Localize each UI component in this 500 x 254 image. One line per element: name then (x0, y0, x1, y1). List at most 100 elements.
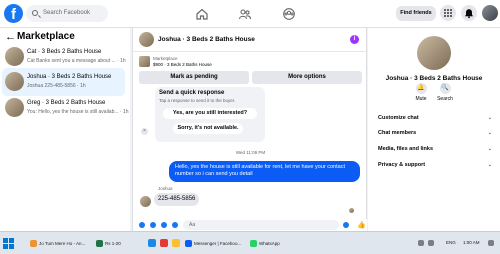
taskbar-item-messenger[interactable]: Messenger | Faceboo... (185, 238, 241, 249)
conversation-name: Cat · 3 Beds 2 Baths House (27, 49, 102, 55)
app-icon (96, 240, 103, 248)
bell-icon: 🔔 (415, 83, 427, 94)
taskbar-label: Jo Tum Mere Ho - An... (39, 241, 86, 246)
contact-name: Joshua · 3 Beds 2 Baths House (385, 75, 483, 82)
search-conversation-button[interactable]: 🔍 Search (434, 83, 456, 102)
listing-thumbnail (5, 47, 24, 66)
incoming-message: 225-485-5856 (154, 193, 200, 206)
conversation-item-cat[interactable]: Cat · 3 Beds 2 Baths House Cat Banks sen… (2, 43, 126, 71)
chat-avatar[interactable] (139, 32, 154, 47)
taskbar-app-icon[interactable] (148, 239, 156, 247)
taskbar-clock[interactable]: 1:00 AM (463, 240, 480, 245)
customize-chat-row[interactable]: Customize chat ⌄ (378, 113, 494, 124)
notifications-button[interactable] (461, 5, 477, 21)
message-input[interactable]: Aa (183, 220, 339, 230)
app-icon (185, 240, 192, 248)
chat-members-row[interactable]: Chat members ⌄ (378, 128, 494, 139)
listing-thumbnail (139, 56, 150, 67)
taskbar-item-music[interactable]: Jo Tum Mere Ho - An... (30, 238, 85, 249)
search-icon (32, 10, 38, 16)
close-quick-response-icon[interactable]: × (141, 128, 148, 135)
seen-indicator-avatar (349, 208, 354, 213)
taskbar-label: Rs 1-20 (105, 241, 121, 246)
quick-reply-not-available[interactable]: Sorry, it's not available. (173, 123, 243, 134)
mute-label: Mute (415, 96, 427, 102)
listing-thumbnail (5, 98, 24, 117)
back-arrow-icon[interactable]: ← (5, 31, 16, 43)
chat-details-panel: Joshua · 3 Beds 2 Baths House 🔔 Mute 🔍 S… (368, 28, 500, 231)
conversation-name: Greg · 3 Beds 2 Baths House (27, 100, 106, 106)
chat-panel: Joshua · 3 Beds 2 Baths House i Marketpl… (132, 28, 368, 231)
chat-title[interactable]: Joshua · 3 Beds 2 Baths House (158, 36, 255, 43)
quick-response-title: Send a quick response (159, 90, 225, 96)
chevron-down-icon: ⌄ (487, 130, 492, 136)
listing-tag: Marketplace (153, 56, 178, 61)
chevron-down-icon: ⌄ (487, 115, 492, 121)
chat-header: Joshua · 3 Beds 2 Baths House i (133, 28, 368, 52)
plus-icon[interactable] (139, 222, 145, 228)
row-label: Media, files and links (378, 146, 434, 152)
conversation-snippet: Joshua 225-485-5856 · 1h (27, 83, 86, 89)
marketplace-sidebar: ← Marketplace Cat · 3 Beds 2 Baths House… (0, 28, 130, 231)
quick-response-subtitle: Tap a response to send it to the buyer. (159, 98, 236, 103)
notification-center-icon[interactable] (488, 240, 494, 246)
row-label: Chat members (378, 130, 417, 136)
conversation-snippet: You: Hello, yes the house is still avail… (27, 109, 129, 115)
incoming-sender-name: Joshua (158, 186, 173, 191)
row-label: Customize chat (378, 115, 419, 121)
media-files-links-row[interactable]: Media, files and links ⌄ (378, 144, 494, 155)
mark-as-pending-button[interactable]: Mark as pending (139, 71, 249, 84)
incoming-sender-avatar (140, 196, 151, 207)
input-language[interactable]: ENG (446, 240, 456, 245)
taskbar-item-rs[interactable]: Rs 1-20 (96, 238, 121, 249)
friends-icon[interactable] (238, 7, 252, 21)
row-label: Privacy & support (378, 162, 426, 168)
taskbar-app-icon[interactable] (172, 239, 180, 247)
tray-icon[interactable] (418, 240, 424, 246)
listing-price: $900 · 3 Beds 2 Baths House (153, 62, 212, 67)
profile-avatar[interactable] (482, 5, 498, 21)
conversation-item-joshua[interactable]: Joshua · 3 Beds 2 Baths House Joshua 225… (2, 68, 125, 96)
taskbar-app-icon[interactable] (160, 239, 168, 247)
like-icon[interactable]: 👍 (357, 221, 366, 229)
info-icon[interactable]: i (350, 35, 359, 44)
tray-icon[interactable] (428, 240, 434, 246)
find-friends-button[interactable]: Find friends (396, 6, 436, 21)
taskbar-label: Messenger | Faceboo... (194, 241, 242, 246)
more-options-button[interactable]: More options (252, 71, 362, 84)
message-timestamp: Wed 11:09 PM (235, 150, 266, 155)
windows-start-icon[interactable] (3, 238, 14, 249)
photo-icon[interactable] (150, 222, 156, 228)
conversation-item-greg[interactable]: Greg · 3 Beds 2 Baths House You: Hello, … (2, 94, 129, 122)
marketplace-title: Marketplace (17, 31, 75, 42)
app-icon (30, 240, 37, 248)
conversation-name: Joshua · 3 Beds 2 Baths House (27, 74, 112, 80)
facebook-logo[interactable]: f (4, 4, 23, 23)
grid-icon (444, 9, 452, 17)
taskbar-item-whatsapp[interactable]: WhatsApp (250, 238, 280, 249)
home-icon[interactable] (195, 7, 209, 21)
conversation-snippet: Cat Banks sent you a message about ... ·… (27, 58, 126, 64)
emoji-icon[interactable] (343, 222, 349, 228)
sticker-icon[interactable] (161, 222, 167, 228)
contact-avatar[interactable] (417, 36, 451, 70)
outgoing-message: Hello, yes the house is still available … (169, 161, 360, 182)
menu-grid-button[interactable] (440, 5, 456, 21)
groups-icon[interactable] (282, 7, 296, 21)
search-label: Search (437, 96, 453, 102)
search-icon: 🔍 (439, 83, 451, 94)
quick-response-panel: Send a quick response Tap a response to … (155, 87, 265, 142)
top-navigation-bar: f Search Facebook Find friends (0, 0, 500, 28)
search-input[interactable]: Search Facebook (26, 5, 108, 22)
mute-button[interactable]: 🔔 Mute (410, 83, 432, 102)
bell-icon (465, 9, 473, 19)
message-composer: Aa 👍 (132, 219, 367, 231)
listing-thumbnail (5, 72, 24, 91)
privacy-support-row[interactable]: Privacy & support ⌄ (378, 160, 494, 171)
taskbar-label: WhatsApp (259, 241, 280, 246)
gif-icon[interactable] (172, 222, 178, 228)
search-placeholder: Search Facebook (43, 10, 91, 16)
app-icon (250, 240, 257, 248)
chevron-down-icon: ⌄ (487, 146, 492, 152)
quick-reply-interested[interactable]: Yes, are you still interested? (163, 108, 257, 119)
